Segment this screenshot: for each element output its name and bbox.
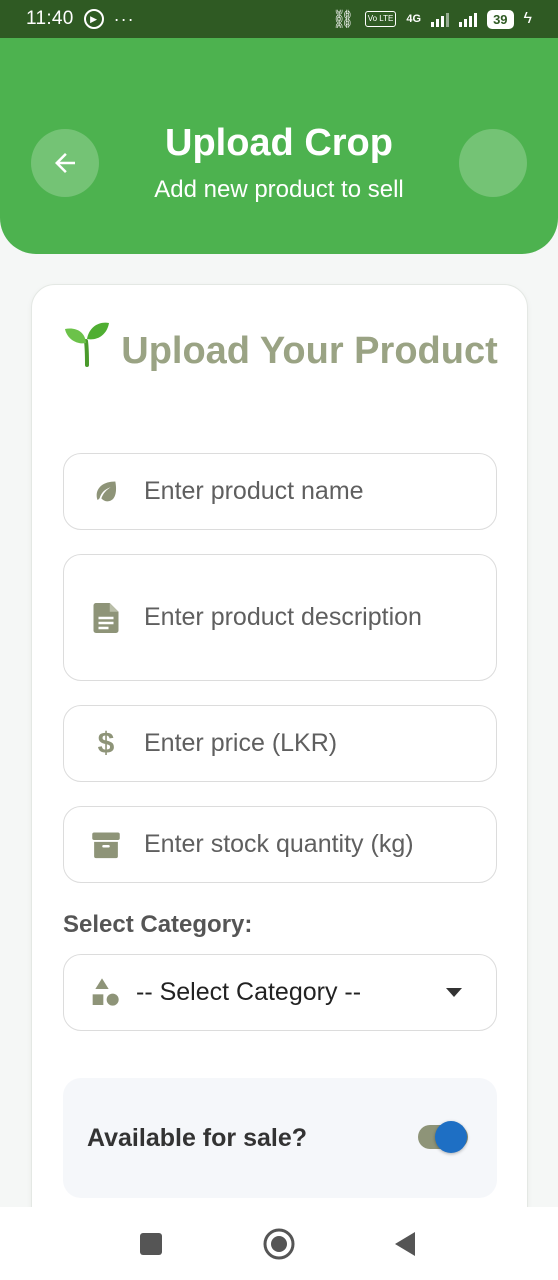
upload-form-card: Upload Your Product $ Select Category: -… bbox=[31, 284, 528, 1244]
form-heading-text: Upload Your Product bbox=[121, 330, 498, 372]
availability-section: Available for sale? bbox=[63, 1078, 497, 1198]
home-circle-icon bbox=[263, 1228, 295, 1260]
app-header: Upload Crop Add new product to sell bbox=[0, 38, 558, 254]
system-nav-bar bbox=[0, 1207, 558, 1280]
volte-badge: Vo LTE bbox=[364, 11, 397, 27]
header-action-button[interactable] bbox=[459, 129, 527, 197]
document-icon bbox=[88, 600, 124, 636]
product-description-field[interactable] bbox=[63, 554, 497, 681]
media-notification-icon: ▶ bbox=[83, 9, 104, 29]
form-heading: Upload Your Product bbox=[32, 321, 529, 375]
price-field[interactable]: $ bbox=[63, 705, 497, 782]
back-nav-button[interactable] bbox=[393, 1230, 417, 1258]
category-select[interactable]: -- Select Category -- bbox=[63, 954, 497, 1031]
charging-icon: ϟ bbox=[523, 10, 532, 27]
leaf-icon bbox=[88, 474, 124, 510]
signal-strength-icon-2 bbox=[459, 11, 478, 27]
recents-square-icon bbox=[140, 1233, 162, 1255]
status-bar: 11:40 ▶ ··· ⛓ Vo LTE 4G 39 ϟ bbox=[0, 0, 558, 38]
product-description-input[interactable] bbox=[144, 603, 474, 632]
price-input[interactable] bbox=[144, 729, 474, 758]
dollar-icon: $ bbox=[97, 726, 115, 760]
sprout-icon bbox=[65, 322, 110, 367]
product-name-input[interactable] bbox=[144, 477, 474, 506]
back-triangle-icon bbox=[395, 1232, 415, 1256]
stock-quantity-input[interactable] bbox=[144, 830, 474, 859]
available-for-sale-toggle[interactable] bbox=[435, 1121, 467, 1153]
battery-level: 39 bbox=[487, 9, 514, 29]
caret-down-icon bbox=[446, 987, 462, 997]
more-notifications-icon: ··· bbox=[113, 8, 135, 29]
archive-box-icon bbox=[88, 827, 124, 863]
category-label: Select Category: bbox=[63, 911, 253, 938]
status-time: 11:40 bbox=[26, 8, 74, 29]
available-for-sale-label: Available for sale? bbox=[87, 1124, 307, 1152]
category-selected-value: -- Select Category -- bbox=[136, 978, 362, 1006]
link-icon: ⛓ bbox=[331, 8, 355, 29]
signal-strength-icon bbox=[431, 11, 450, 27]
network-type: 4G bbox=[406, 13, 422, 25]
home-button[interactable] bbox=[263, 1228, 295, 1260]
recents-button[interactable] bbox=[138, 1231, 164, 1257]
stock-quantity-field[interactable] bbox=[63, 806, 497, 883]
product-name-field[interactable] bbox=[63, 453, 497, 530]
shapes-icon bbox=[88, 975, 124, 1011]
